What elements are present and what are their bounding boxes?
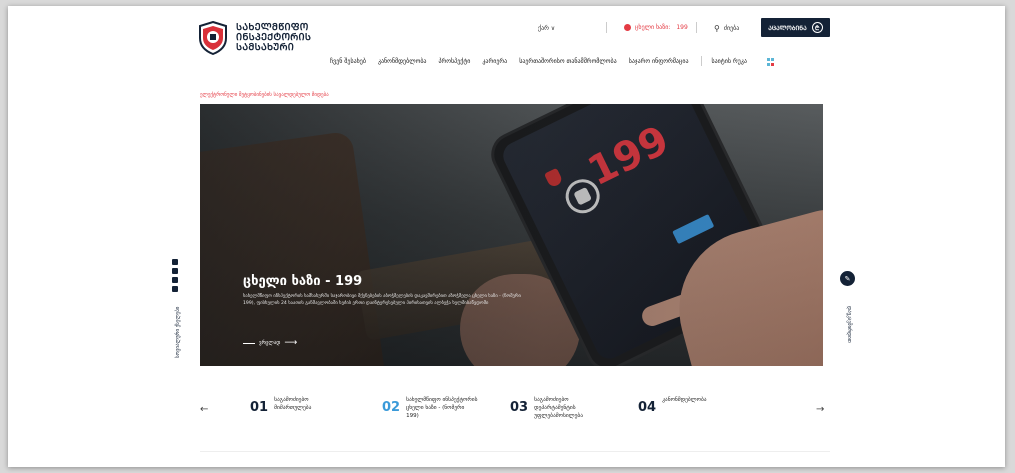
language-selector[interactable]: ქარ ∨ [538,25,555,32]
divider [696,22,697,33]
divider [606,22,607,33]
report-button[interactable]: ᲐᲪᲐᲚᲝᲑᲘᲜᲐ ₾ [761,18,830,37]
logo[interactable]: ᲡᲐᲮᲔᲚᲛᲬᲘᲤᲝ ᲘᲜᲡᲞᲔᲥᲢᲝᲠᲘᲡ ᲡᲐᲛᲡᲐᲮᲣᲠᲘ [198,21,311,55]
sitemap-label: საიტის რუკა [711,58,747,66]
social-links [172,259,178,292]
grid-icon [766,58,775,66]
hero-banner: 199 ცხელი ხაზი - 199 სახელმწიფო ინსპექტო… [200,104,823,366]
nav-item-about[interactable]: ჩვენ შესახებ [330,58,366,66]
divider [200,451,830,452]
search-icon: ⚲ [714,24,720,33]
hotline-link[interactable]: ცხელი ხაზი: 199 [624,24,688,31]
divider [700,56,702,66]
phone-icon [624,24,631,31]
step-number: 02 [382,400,401,415]
step-label: საგამოძიებო დეპარტამენტის უფლებამოსილება [534,397,583,419]
logo-line-3: ᲡᲐᲛᲡᲐᲮᲣᲠᲘ [236,42,295,53]
arrow-left-icon[interactable]: ← [200,404,208,415]
page-frame: ᲡᲐᲮᲔᲚᲛᲬᲘᲤᲝ ᲘᲜᲡᲞᲔᲥᲢᲝᲠᲘᲡ ᲡᲐᲛᲡᲐᲮᲣᲠᲘ ქარ ∨ ც… [8,6,1005,467]
nav-item-international[interactable]: საერთაშორისო თანამშრომლობა [519,58,616,66]
step-number: 03 [510,400,529,415]
divider [243,342,255,344]
side-label-contact[interactable]: დაუკავშირდით [846,306,852,343]
slide-tab-2[interactable]: 02 სახელმწიფო ინსპექტორის ცხელი ხაზი - (… [382,396,478,420]
hero-description: სახელმწიფო ინსპექტორის სამსახურში საჯარო… [243,294,521,306]
shield-logo-icon [199,21,227,55]
side-label-social: სოციალური ქსელები [175,306,181,358]
step-number: 01 [250,400,269,415]
arrow-right-icon: ⟶ [284,338,298,348]
hotline-label: ცხელი ხაზი: [635,24,671,31]
pencil-icon[interactable]: ✎ [840,271,855,286]
search-button[interactable]: ⚲ ძიება [714,24,739,33]
nav-item-career[interactable]: კარიერა [482,58,507,66]
step-label: კანონმდებლობა [662,397,707,403]
slide-tab-1[interactable]: 01 საგამოძიებო მიმართულება [250,396,346,414]
nav-item-sitemap[interactable]: საიტის რუკა [712,58,787,66]
step-number: 04 [638,400,657,415]
hotline-number: 199 [676,24,688,31]
lari-icon: ₾ [811,22,823,33]
top-bar: ქარ ∨ ცხელი ხაზი: 199 ⚲ ძიება ᲐᲪᲐᲚᲝᲑᲘᲜᲐ … [528,18,830,38]
nav-item-public-info[interactable]: საჯარო ინფორმაცია [629,58,689,66]
logo-text: ᲡᲐᲮᲔᲚᲛᲬᲘᲤᲝ ᲘᲜᲡᲞᲔᲥᲢᲝᲠᲘᲡ ᲡᲐᲛᲡᲐᲮᲣᲠᲘ [236,23,311,53]
breadcrumb[interactable]: ელექტრონული შეტყობინების სავალდებულო მიდ… [200,92,329,98]
arrow-right-icon[interactable]: → [816,404,824,415]
instagram-icon[interactable] [172,277,178,283]
search-label: ძიება [723,25,740,32]
report-label: ᲐᲪᲐᲚᲝᲑᲘᲜᲐ [768,24,807,32]
overlay [200,104,823,366]
nav-item-prospect[interactable]: პროსპექტი [438,58,470,66]
youtube-icon[interactable] [172,259,178,265]
slide-tab-3[interactable]: 03 საგამოძიებო დეპარტამენტის უფლებამოსილ… [510,396,606,420]
nav-item-legislation[interactable]: კანონმდებლობა [378,58,427,66]
read-more-link[interactable]: ვრცლად ⟶ [243,338,297,348]
step-label: საგამოძიებო მიმართულება [274,397,312,411]
slider-tabs: ← 01 საგამოძიებო მიმართულება 02 სახელმწი… [200,396,834,436]
slide-tab-4[interactable]: 04 კანონმდებლობა [638,396,734,414]
step-label: სახელმწიფო ინსპექტორის ცხელი ხაზი - (ნომ… [406,397,478,419]
main-nav: ჩვენ შესახებ კანონმდებლობა პროსპექტი კარ… [330,56,787,66]
twitter-icon[interactable] [172,286,178,292]
facebook-icon[interactable] [172,268,178,274]
read-more-label: ვრცლად [259,340,281,346]
hero-title: ცხელი ხაზი - 199 [243,274,363,289]
